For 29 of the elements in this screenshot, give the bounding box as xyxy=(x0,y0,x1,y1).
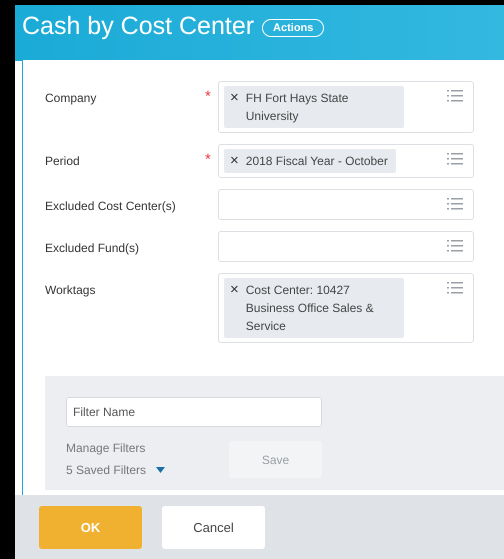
saved-filters-dropdown[interactable]: 5 Saved Filters xyxy=(66,463,204,477)
list-icon[interactable] xyxy=(447,239,463,253)
selected-value-chip[interactable]: × 2018 Fiscal Year - October xyxy=(224,149,396,173)
list-icon[interactable] xyxy=(447,197,463,211)
remove-icon[interactable]: × xyxy=(230,89,239,125)
cancel-button[interactable]: Cancel xyxy=(162,506,265,548)
field-label: Company xyxy=(45,90,98,105)
prompt-field[interactable] xyxy=(218,231,474,262)
filter-name-field[interactable]: Filter Name xyxy=(66,397,322,427)
list-icon[interactable] xyxy=(447,89,463,103)
required-mark: * xyxy=(205,88,211,105)
prompt-field[interactable]: × 2018 Fiscal Year - October xyxy=(218,144,474,178)
field-label: Excluded Fund(s) xyxy=(45,240,140,255)
caret-icon xyxy=(156,467,166,473)
manage-filters-label: Manage Filters xyxy=(66,441,146,455)
prompt-field[interactable]: × Cost Center: 10427 Business Office Sales & Service xyxy=(218,273,474,343)
remove-icon[interactable]: × xyxy=(230,152,239,170)
list-icon[interactable] xyxy=(447,152,463,166)
prompt-field[interactable]: × FH Fort Hays State University xyxy=(218,81,474,133)
selected-value-chip[interactable]: × FH Fort Hays State University xyxy=(224,86,404,128)
selected-value-chip[interactable]: × Cost Center: 10427 Business Office Sales & Service xyxy=(224,278,404,338)
remove-icon[interactable]: × xyxy=(230,281,239,335)
list-icon[interactable] xyxy=(447,281,463,295)
required-mark: * xyxy=(205,151,211,168)
field-label: Period xyxy=(45,153,81,168)
page-title: Cash by Cost Center xyxy=(22,12,254,41)
field-label: Worktags xyxy=(45,282,96,297)
field-label: Excluded Cost Center(s) xyxy=(45,198,177,213)
prompt-field[interactable] xyxy=(218,189,474,220)
